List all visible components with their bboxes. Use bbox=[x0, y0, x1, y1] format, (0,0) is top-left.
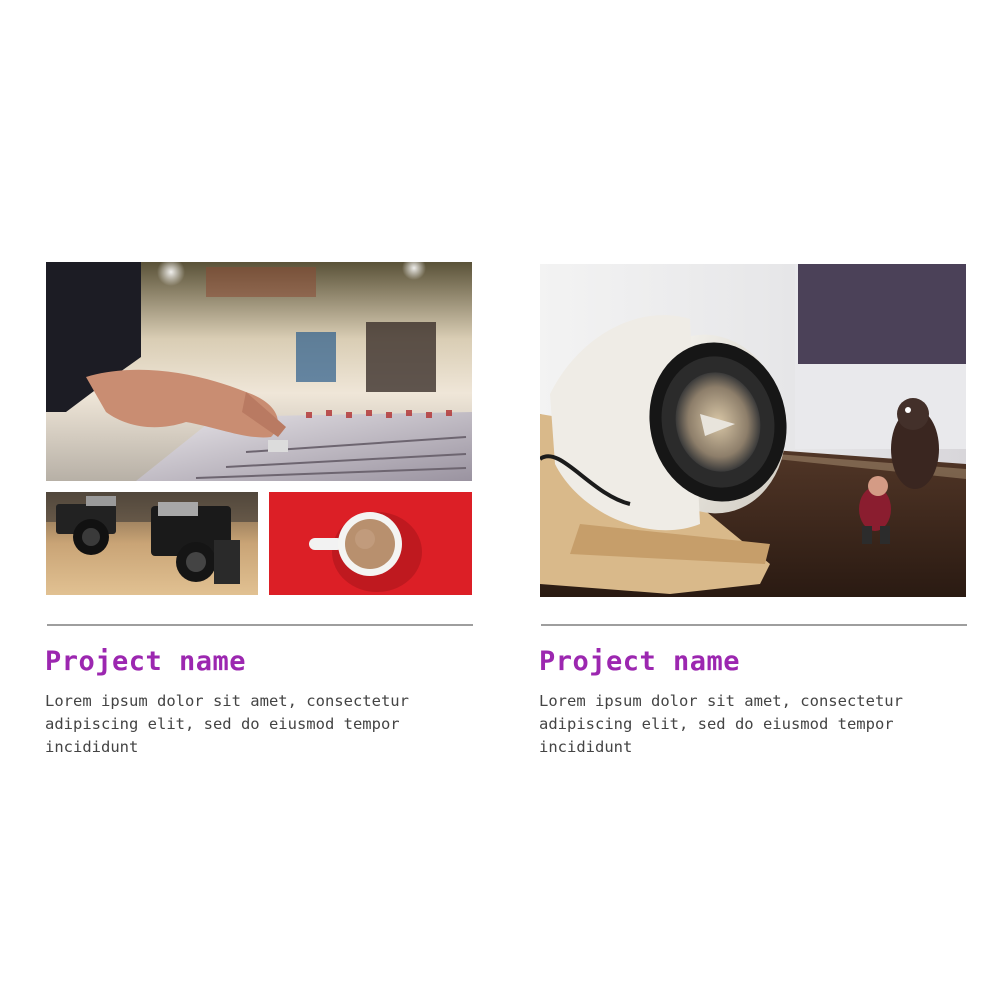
project-title[interactable]: Project name bbox=[539, 645, 740, 679]
project-title[interactable]: Project name bbox=[45, 645, 246, 679]
card-divider bbox=[541, 624, 967, 626]
card-divider bbox=[47, 624, 473, 626]
speaker-desk-photo[interactable] bbox=[540, 264, 966, 597]
project-description: Lorem ipsum dolor sit amet, consectetur … bbox=[45, 692, 409, 756]
coffee-cup-photo[interactable] bbox=[269, 492, 472, 595]
audio-mixer-photo[interactable] bbox=[46, 262, 472, 481]
vintage-cameras-photo[interactable] bbox=[46, 492, 258, 595]
portfolio-page: Project name Lorem ipsum dolor sit amet,… bbox=[0, 0, 1000, 1000]
project-description: Lorem ipsum dolor sit amet, consectetur … bbox=[539, 692, 903, 756]
